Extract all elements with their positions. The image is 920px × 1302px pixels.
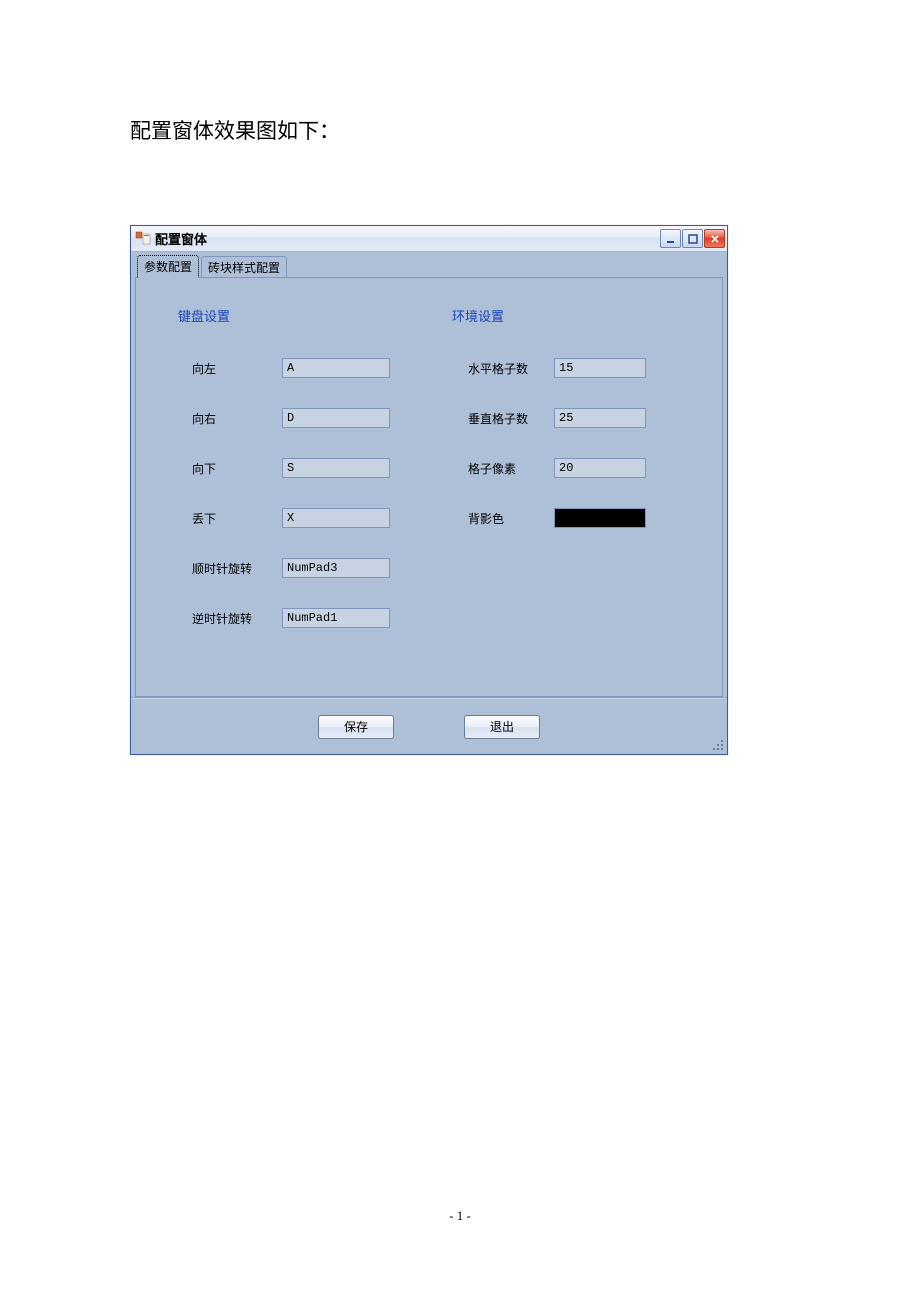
close-button[interactable] — [704, 229, 725, 248]
exit-button[interactable]: 退出 — [464, 715, 540, 739]
row-right: 向右 — [192, 408, 390, 428]
label-drop: 丢下 — [192, 510, 282, 527]
label-vcells: 垂直格子数 — [468, 410, 554, 427]
app-icon — [135, 231, 151, 247]
tabstrip: 参数配置 砖块样式配置 — [135, 255, 723, 277]
input-hcells[interactable] — [554, 358, 646, 378]
label-cellpx: 格子像素 — [468, 460, 554, 477]
titlebar: 配置窗体 — [131, 226, 727, 252]
save-button[interactable]: 保存 — [318, 715, 394, 739]
row-bgcolor: 背影色 — [468, 508, 646, 528]
window-controls — [660, 229, 725, 248]
label-left: 向左 — [192, 360, 282, 377]
row-drop: 丢下 — [192, 508, 390, 528]
button-bar: 保存 退出 — [131, 698, 727, 754]
resize-grip-icon[interactable] — [711, 738, 725, 752]
label-right: 向右 — [192, 410, 282, 427]
config-window: 配置窗体 参数配置 砖块样式配置 键盘设置 环境设置 — [130, 225, 728, 755]
tab-page-params: 键盘设置 环境设置 向左 向右 向下 丢下 — [135, 277, 723, 697]
row-vcells: 垂直格子数 — [468, 408, 646, 428]
minimize-button[interactable] — [660, 229, 681, 248]
input-down[interactable] — [282, 458, 390, 478]
input-cellpx[interactable] — [554, 458, 646, 478]
label-rotate-cw: 顺时针旋转 — [192, 560, 282, 577]
page-number: - 1 - — [0, 1208, 920, 1224]
input-right[interactable] — [282, 408, 390, 428]
tab-params[interactable]: 参数配置 — [137, 255, 199, 278]
maximize-button[interactable] — [682, 229, 703, 248]
input-rotate-cw[interactable] — [282, 558, 390, 578]
input-rotate-ccw[interactable] — [282, 608, 390, 628]
group-keyboard-label: 键盘设置 — [178, 306, 230, 325]
input-left[interactable] — [282, 358, 390, 378]
row-down: 向下 — [192, 458, 390, 478]
label-rotate-ccw: 逆时针旋转 — [192, 610, 282, 627]
window-title: 配置窗体 — [155, 229, 660, 248]
bgcolor-swatch[interactable] — [554, 508, 646, 528]
row-left: 向左 — [192, 358, 390, 378]
label-hcells: 水平格子数 — [468, 360, 554, 377]
row-rotate-cw: 顺时针旋转 — [192, 558, 390, 578]
input-vcells[interactable] — [554, 408, 646, 428]
page-caption: 配置窗体效果图如下： — [130, 115, 790, 145]
row-cellpx: 格子像素 — [468, 458, 646, 478]
row-rotate-ccw: 逆时针旋转 — [192, 608, 390, 628]
label-down: 向下 — [192, 460, 282, 477]
tab-block-style[interactable]: 砖块样式配置 — [201, 256, 287, 278]
input-drop[interactable] — [282, 508, 390, 528]
group-environment-label: 环境设置 — [452, 306, 504, 325]
client-area: 参数配置 砖块样式配置 键盘设置 环境设置 向左 向右 向下 — [131, 252, 727, 698]
label-bgcolor: 背影色 — [468, 510, 554, 527]
row-hcells: 水平格子数 — [468, 358, 646, 378]
